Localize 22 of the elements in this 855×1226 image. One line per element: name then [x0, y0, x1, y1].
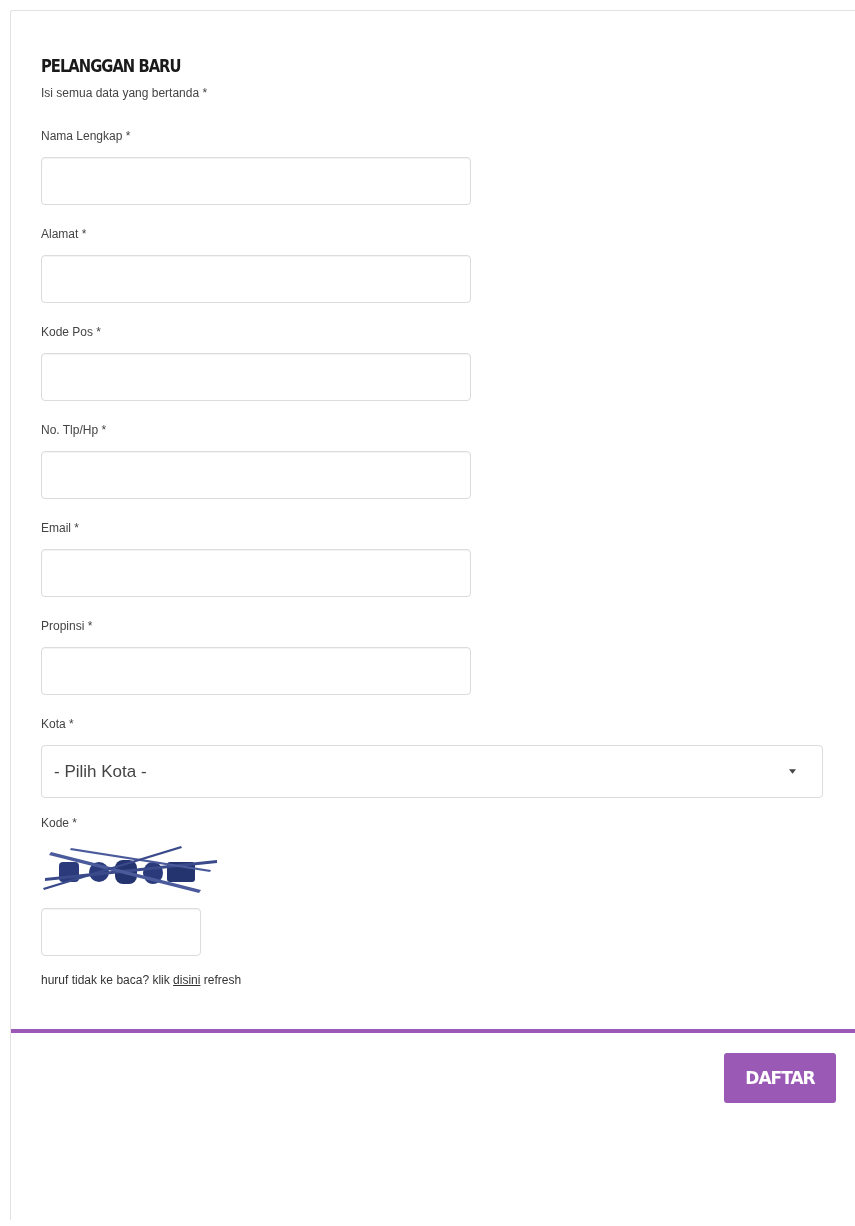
- field-label: Kode Pos *: [41, 325, 102, 339]
- refresh-link[interactable]: disini: [173, 973, 201, 987]
- field-label: Kota *: [41, 717, 74, 731]
- refresh-hint: huruf tidak ke baca? klik disini refresh: [41, 973, 243, 987]
- field-label: Kode *: [41, 816, 78, 830]
- caret-icon: [789, 769, 796, 774]
- input-field[interactable]: [41, 157, 471, 205]
- form-title: PELANGGAN BARU: [41, 55, 181, 76]
- submit-button[interactable]: DAFTAR: [724, 1053, 836, 1103]
- input-field[interactable]: [41, 549, 471, 597]
- city-dropdown[interactable]: - Pilih Kota -: [41, 745, 823, 798]
- field-label: Email *: [41, 521, 79, 535]
- input-field[interactable]: [41, 451, 471, 499]
- input-field[interactable]: [41, 647, 471, 695]
- field-label: Propinsi *: [41, 619, 93, 633]
- form-note: Isi semua data yang bertanda *: [41, 86, 209, 100]
- captcha-field[interactable]: [41, 908, 201, 956]
- field-label: Nama Lengkap *: [41, 129, 131, 143]
- field-label: No. Tlp/Hp *: [41, 423, 107, 437]
- field-label: Alamat *: [41, 227, 87, 241]
- input-field[interactable]: [41, 353, 471, 401]
- input-field[interactable]: [41, 255, 471, 303]
